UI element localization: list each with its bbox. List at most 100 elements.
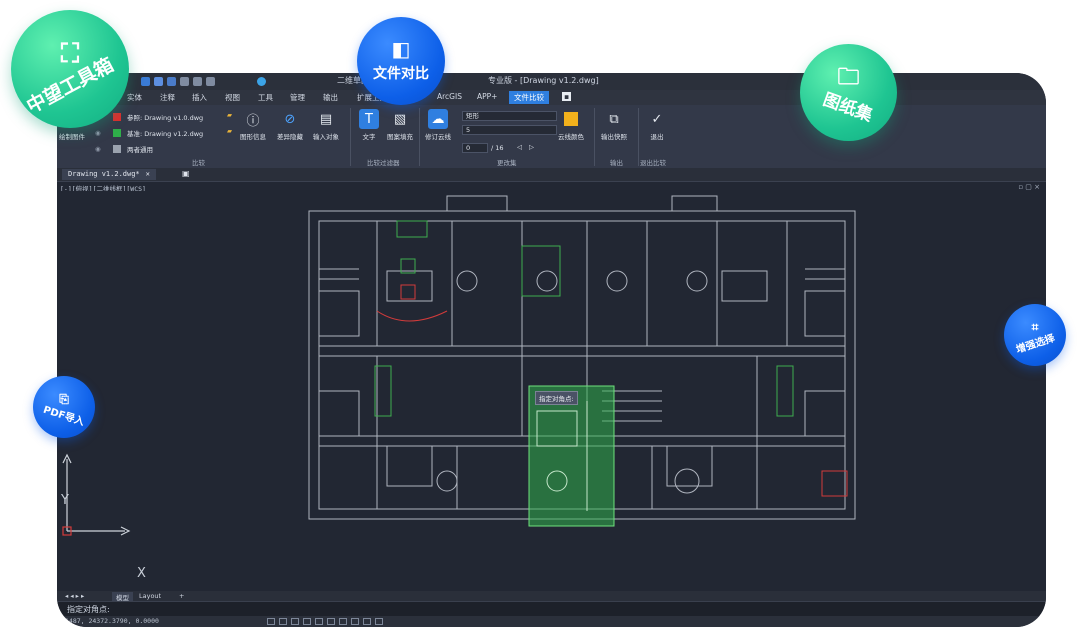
enhanced-select-icon: ⌗ <box>1031 319 1039 334</box>
folder-icon[interactable]: ▰ <box>227 111 232 119</box>
ribbon-divider <box>419 108 420 166</box>
group-label-output: 输出 <box>610 159 623 167</box>
open-file-icon[interactable] <box>154 77 163 86</box>
tab-view[interactable]: 视图 <box>225 92 240 103</box>
next-change-icon[interactable]: ▷ <box>529 143 534 151</box>
revision-cloud-button[interactable]: ☁ 修订云线 <box>425 109 451 141</box>
toolbox-badge[interactable]: ⛶ 中望工具箱 <box>11 10 129 128</box>
input-object-icon: ▤ <box>319 111 333 127</box>
tab-insert[interactable]: 插入 <box>192 92 207 103</box>
hatch-filter-button[interactable]: ▧ 图案填充 <box>387 109 413 142</box>
snap-toggle-icon[interactable] <box>279 618 287 625</box>
y-axis-label: Y <box>61 493 69 508</box>
new-file-icon[interactable] <box>141 77 150 86</box>
revision-cloud-label: 修订云线 <box>425 133 451 141</box>
tab-output[interactable]: 输出 <box>323 92 338 103</box>
ribbon-minimize-icon[interactable]: ▪ <box>562 92 572 101</box>
lineweight-toggle-icon[interactable] <box>339 618 347 625</box>
print-icon[interactable] <box>180 77 189 86</box>
ribbon-divider <box>594 108 595 166</box>
cloud-icon: ☁ <box>428 109 448 129</box>
cloud-shape-dropdown[interactable]: 矩形 <box>462 111 557 121</box>
redo-icon[interactable] <box>206 77 215 86</box>
transparency-toggle-icon[interactable] <box>351 618 359 625</box>
text-filter-label: 文字 <box>362 133 376 141</box>
base-color-swatch[interactable] <box>113 129 121 137</box>
tab-manage[interactable]: 管理 <box>290 92 305 103</box>
document-tab-label: Drawing v1.2.dwg* <box>68 170 140 178</box>
eye-icon[interactable]: ◉ <box>95 145 101 153</box>
change-set-total: / 16 <box>491 144 504 152</box>
add-layout-icon[interactable]: + <box>179 592 184 600</box>
otrack-toggle-icon[interactable] <box>327 618 335 625</box>
file-compare-badge-label: 文件对比 <box>373 66 429 82</box>
output-snapshot-button[interactable]: ⧉ 输出快照 <box>601 109 627 142</box>
group-label-exit-compare: 退出比较 <box>640 159 666 167</box>
workspace-icon[interactable] <box>257 77 266 86</box>
ribbon-tab-bar: 实体 注释 插入 视图 工具 管理 输出 扩展工具 ArcGIS APP+ 文件… <box>57 90 1046 105</box>
group-label-compare: 比较 <box>192 159 205 167</box>
file-compare-badge[interactable]: ◧ 文件对比 <box>357 17 445 105</box>
close-icon[interactable]: ✕ <box>146 170 150 178</box>
tab-solid[interactable]: 实体 <box>127 92 142 103</box>
reference-file-label: 参照: Drawing v1.0.dwg <box>127 114 204 122</box>
tab-arcgis[interactable]: ArcGIS <box>437 92 462 101</box>
hide-icon: ⊘ <box>284 111 296 127</box>
cloud-color-button[interactable]: 云线颜色 <box>558 109 584 141</box>
graphic-info-button[interactable]: ⓘ 图形信息 <box>240 109 266 142</box>
exit-compare-label: 退出 <box>650 133 664 141</box>
text-icon: T <box>359 109 379 129</box>
tab-annotate[interactable]: 注释 <box>160 92 175 103</box>
osnap-toggle-icon[interactable] <box>315 618 323 625</box>
base-file-label: 基准: Drawing v1.2.dwg <box>127 130 204 138</box>
folder-icon[interactable]: ▰ <box>227 127 232 135</box>
document-tab-bar: Drawing v1.2.dwg* ✕ ▣ <box>57 168 1046 182</box>
eye-icon[interactable]: ◉ <box>95 129 101 137</box>
ortho-toggle-icon[interactable] <box>291 618 299 625</box>
new-tab-icon[interactable]: ▣ <box>182 169 190 178</box>
ribbon-panel: ⇄ 绘制图件 ◉ 参照: Drawing v1.0.dwg ▰ ◉ 基准: Dr… <box>57 105 1046 168</box>
drawing-canvas[interactable]: 指定对角点: Y X <box>57 191 1046 591</box>
reference-color-swatch[interactable] <box>113 113 121 121</box>
common-label: 两者通用 <box>127 146 153 154</box>
input-object-button[interactable]: ▤ 输入对象 <box>313 109 339 142</box>
undo-icon[interactable] <box>193 77 202 86</box>
tab-tools[interactable]: 工具 <box>258 92 273 103</box>
text-filter-button[interactable]: T 文字 <box>359 109 379 141</box>
exit-compare-button[interactable]: ✓ 退出 <box>647 109 667 142</box>
drawing-set-badge[interactable]: 🗀 图纸集 <box>800 44 897 141</box>
toolbox-icon: ⛶ <box>60 38 80 69</box>
cloud-size-dropdown[interactable]: 5 <box>462 125 557 135</box>
layout-tab-bar: ◂ ◂ ▸ ▸ 模型 Layout + <box>57 591 1046 602</box>
common-color-swatch[interactable] <box>113 145 121 153</box>
previous-change-icon[interactable]: ◁ <box>517 143 522 151</box>
save-icon[interactable] <box>167 77 176 86</box>
command-line[interactable]: 指定对角点: <box>57 601 1046 617</box>
group-label-compare-filter: 比较过滤器 <box>367 159 400 167</box>
polar-toggle-icon[interactable] <box>303 618 311 625</box>
grid-toggle-icon[interactable] <box>267 618 275 625</box>
pdf-import-badge[interactable]: ⎘ PDF导入 <box>33 376 95 438</box>
tab-app-plus[interactable]: APP+ <box>477 92 497 101</box>
selection-cycle-icon[interactable] <box>363 618 371 625</box>
dynamic-input-icon[interactable] <box>375 618 383 625</box>
info-icon: ⓘ <box>246 113 260 129</box>
snapshot-icon: ⧉ <box>609 111 619 127</box>
selection-window <box>528 385 615 527</box>
document-tab[interactable]: Drawing v1.2.dwg* ✕ <box>62 169 156 180</box>
cad-application-window: 二维草图与注释专业版 - [Drawing v1.2.dwg] 实体 注释 插入… <box>57 73 1046 627</box>
enhanced-select-badge[interactable]: ⌗ 增强选择 <box>1004 304 1066 366</box>
diff-hide-button[interactable]: ⊘ 差异隐藏 <box>277 109 303 142</box>
layout-nav-arrows[interactable]: ◂ ◂ ▸ ▸ <box>65 592 84 600</box>
viewport-window-controls[interactable]: ▫ ▢ × <box>1018 183 1040 191</box>
input-object-label: 输入对象 <box>313 133 339 141</box>
hatch-filter-label: 图案填充 <box>387 133 413 141</box>
file-compare-icon: ◧ <box>391 37 411 61</box>
ribbon-divider <box>638 108 639 166</box>
tab-file-compare[interactable]: 文件比较 <box>509 91 549 104</box>
change-set-index-input[interactable]: 0 <box>462 143 488 153</box>
drawing-set-badge-label: 图纸集 <box>820 89 876 126</box>
layout-tab[interactable]: Layout <box>139 592 161 600</box>
x-axis-label: X <box>137 566 146 581</box>
color-icon <box>561 109 581 129</box>
